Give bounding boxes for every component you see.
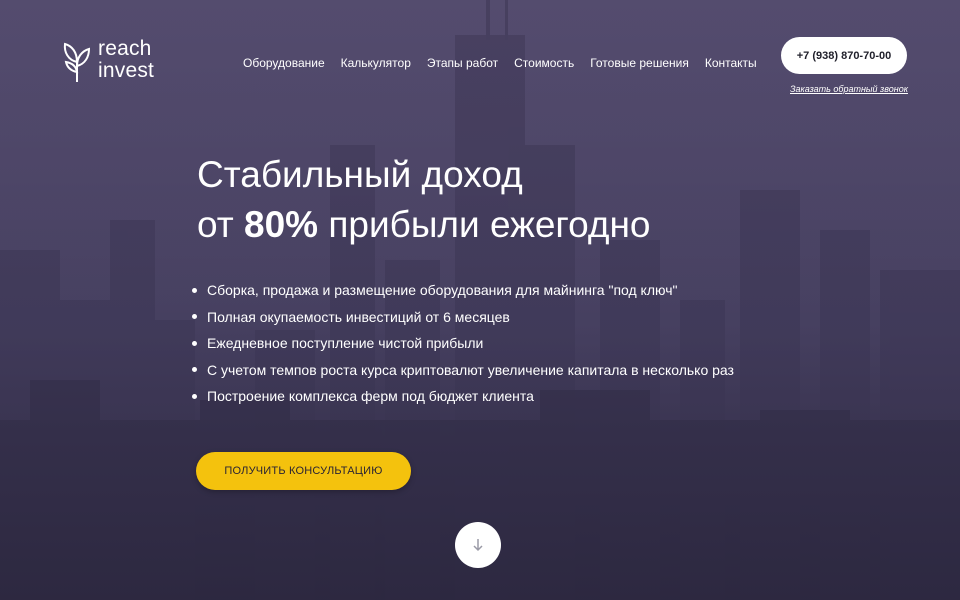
benefit-text: Полная окупаемость инвестиций от 6 месяц… [207, 308, 510, 325]
bullet-dot-icon [192, 340, 197, 346]
brand-line-2: invest [98, 59, 155, 82]
phone-button[interactable]: +7 (938) 870-70-00 [781, 37, 907, 74]
brand-logo[interactable]: reach invest [62, 36, 154, 84]
hero-title-line-2: от 80% прибыли ежегодно [197, 200, 650, 250]
hero-title-prefix: от [197, 204, 244, 245]
bullet-dot-icon [192, 367, 197, 373]
hero-title: Стабильный доход от 80% прибыли ежегодно [197, 150, 650, 250]
arrow-down-icon [473, 539, 483, 552]
callback-link[interactable]: Заказать обратный звонок [790, 84, 908, 94]
hero-title-line-1: Стабильный доход [197, 154, 523, 195]
main-nav: Оборудование Калькулятор Этапы работ Сто… [243, 55, 773, 71]
benefit-item: Сборка, продажа и размещение оборудовани… [192, 277, 734, 304]
hero-title-highlight: 80% [244, 204, 319, 245]
sprout-logo-icon [63, 42, 91, 82]
brand-name: reach invest [98, 38, 154, 82]
benefit-item: Построение комплекса ферм под бюджет кли… [192, 383, 734, 410]
benefits-list: Сборка, продажа и размещение оборудовани… [192, 277, 734, 410]
nav-item-pricing[interactable]: Стоимость [514, 55, 574, 71]
benefit-text: С учетом темпов роста курса криптовалют … [207, 361, 734, 378]
benefit-text: Сборка, продажа и размещение оборудовани… [207, 282, 678, 298]
bullet-dot-icon [192, 393, 197, 399]
brand-line-1: reach [98, 37, 152, 60]
scroll-down-button[interactable] [455, 522, 501, 568]
nav-item-equipment[interactable]: Оборудование [243, 55, 325, 71]
benefit-text: Построение комплекса ферм под бюджет кли… [207, 388, 534, 404]
benefit-item: Полная окупаемость инвестиций от 6 месяц… [192, 304, 734, 331]
nav-item-contacts[interactable]: Контакты [705, 55, 757, 71]
nav-item-ready-solutions[interactable]: Готовые решения [590, 55, 689, 71]
nav-item-calculator[interactable]: Калькулятор [341, 55, 411, 71]
bullet-dot-icon [192, 287, 197, 293]
benefit-item: Ежедневное поступление чистой прибыли [192, 330, 734, 357]
nav-item-work-stages[interactable]: Этапы работ [427, 55, 498, 71]
bullet-dot-icon [192, 314, 197, 320]
benefit-text: Ежедневное поступление чистой прибыли [207, 335, 484, 351]
get-consultation-button[interactable]: ПОЛУЧИТЬ КОНСУЛЬТАЦИЮ [196, 452, 411, 490]
benefit-item: С учетом темпов роста курса криптовалют … [192, 357, 734, 384]
hero-title-suffix: прибыли ежегодно [318, 204, 651, 245]
